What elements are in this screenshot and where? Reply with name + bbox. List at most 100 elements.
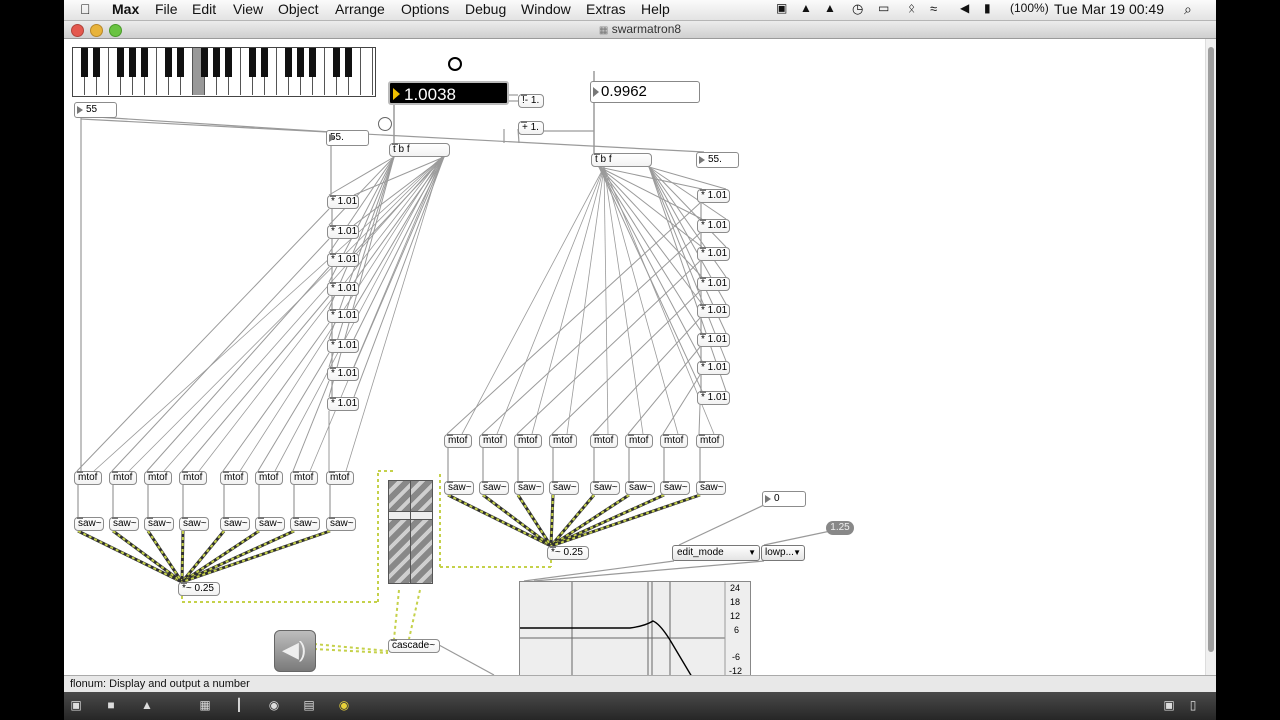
vertical-scrollbar[interactable] [1205,39,1216,675]
multiply-object-right[interactable]: * 1.01 [697,361,730,375]
saw-object-left[interactable]: saw~ [109,517,139,531]
wifi-icon[interactable]: ≈ [930,1,937,16]
bang-indicator[interactable] [448,57,462,71]
multiply-object-left[interactable]: * 1.01 [327,282,359,296]
multiply-object-right[interactable]: * 1.01 [697,391,730,405]
saw-object-left[interactable]: saw~ [326,517,356,531]
gain-slider-left[interactable] [388,480,411,584]
saw-object-right[interactable]: saw~ [590,481,620,495]
saw-object-right[interactable]: saw~ [549,481,579,495]
multiply-object-right[interactable]: * 1.01 [697,189,730,203]
black-key[interactable] [333,48,340,77]
black-key[interactable] [129,48,136,77]
menu-window[interactable]: Window [521,1,571,17]
graph-icon[interactable]: ▦ [198,698,212,712]
multiply-object-left[interactable]: * 1.01 [327,339,359,353]
menu-clock[interactable]: Tue Mar 19 00:49 [1054,1,1164,17]
scrollbar-thumb[interactable] [1208,47,1214,652]
html5-icon[interactable]: ▣ [776,1,787,15]
multiply-object-left[interactable]: * 1.01 [327,367,359,381]
mtof-object-right[interactable]: mtof [625,434,653,448]
saw-object-right[interactable]: saw~ [660,481,690,495]
presentation-icon[interactable]: ■ [104,698,118,712]
apple-icon[interactable]:  [80,1,91,17]
black-key[interactable] [141,48,148,77]
bluetooth-icon[interactable]: ᛟ [908,1,915,15]
menu-help[interactable]: Help [641,1,670,17]
trigger-right[interactable]: t b f [591,153,652,167]
record-icon[interactable]: ◉ [267,698,281,712]
multiply-object-left[interactable]: * 1.01 [327,225,359,239]
new-object-icon[interactable]: ▲ [140,698,154,712]
window-split-icon[interactable]: ▯ [1186,698,1200,712]
flonum-inverse[interactable]: 0.9962 [590,81,700,103]
mtof-object-right[interactable]: mtof [514,434,542,448]
saw-object-left[interactable]: saw~ [220,517,250,531]
saw-object-left[interactable]: saw~ [290,517,320,531]
object-plus[interactable]: + 1. [518,121,544,135]
mtof-object-right[interactable]: mtof [696,434,724,448]
mtof-object-left[interactable]: mtof [179,471,207,485]
float-box-right[interactable]: 55. [696,152,739,168]
mtof-object-left[interactable]: mtof [144,471,172,485]
menu-view[interactable]: View [233,1,263,17]
mtof-object-left[interactable]: mtof [220,471,248,485]
object-rminus[interactable]: !- 1. [518,94,544,108]
volume-icon[interactable]: ◀ [960,1,969,15]
time-machine-icon[interactable]: ◷ [852,1,863,17]
float-box-left[interactable]: 55. [326,130,369,146]
gain-mix-right[interactable]: *~ 0.25 [547,546,589,560]
saw-object-left[interactable]: saw~ [179,517,209,531]
multiply-object-right[interactable]: * 1.01 [697,304,730,318]
multiply-object-right[interactable]: * 1.01 [697,219,730,233]
saw-object-right[interactable]: saw~ [696,481,726,495]
mtof-object-right[interactable]: mtof [660,434,688,448]
lock-icon[interactable]: ▣ [69,698,83,712]
sidebar-toggle-icon[interactable]: ▣ [1162,698,1176,712]
patcher-icon[interactable]: ▤ [302,698,316,712]
adobe-icon[interactable]: ▲ [800,1,812,15]
black-key[interactable] [285,48,292,77]
menu-object[interactable]: Object [278,1,318,17]
black-key[interactable] [177,48,184,77]
black-key[interactable] [93,48,100,77]
mtof-object-left[interactable]: mtof [290,471,318,485]
menu-arrange[interactable]: Arrange [335,1,385,17]
menu-extras[interactable]: Extras [586,1,626,17]
filter-graph[interactable]: 24 18 12 6 -6 -12 [519,581,751,675]
slider-icon[interactable]: ┃ [232,698,246,712]
keyboard-slider[interactable] [72,47,376,97]
mtof-object-right[interactable]: mtof [590,434,618,448]
white-key[interactable] [361,48,373,95]
multiply-object-left[interactable]: * 1.01 [327,195,359,209]
black-key[interactable] [225,48,232,77]
app-menu[interactable]: Max [112,1,139,17]
multiply-object-right[interactable]: * 1.01 [697,247,730,261]
menu-edit[interactable]: Edit [192,1,216,17]
bang-button[interactable] [378,117,392,131]
mtof-object-left[interactable]: mtof [326,471,354,485]
menu-options[interactable]: Options [401,1,449,17]
edit-mode-menu[interactable]: edit_mode ▼ [672,545,760,561]
multiply-object-left[interactable]: * 1.01 [327,397,359,411]
black-key[interactable] [345,48,352,77]
patcher-canvas[interactable]: 55 55. 55. 1.0038 0.9962 !- 1. + 1. t b … [64,39,1206,675]
saw-object-left[interactable]: saw~ [144,517,174,531]
filter-type-menu[interactable]: lowp... ▼ [761,545,805,561]
black-key[interactable] [309,48,316,77]
black-key[interactable] [117,48,124,77]
audio-on-icon[interactable]: ◉ [337,698,351,712]
multiply-object-left[interactable]: * 1.01 [327,309,359,323]
black-key[interactable] [249,48,256,77]
object-cascade[interactable]: cascade~ [388,639,440,653]
saw-object-left[interactable]: saw~ [74,517,104,531]
black-key[interactable] [213,48,220,77]
number-box-left[interactable]: 55 [74,102,117,118]
black-key[interactable] [165,48,172,77]
mtof-object-right[interactable]: mtof [479,434,507,448]
mtof-object-right[interactable]: mtof [444,434,472,448]
saw-object-right[interactable]: saw~ [625,481,655,495]
number-box-zero[interactable]: 0 [762,491,806,507]
menu-debug[interactable]: Debug [465,1,506,17]
black-key[interactable] [201,48,208,77]
